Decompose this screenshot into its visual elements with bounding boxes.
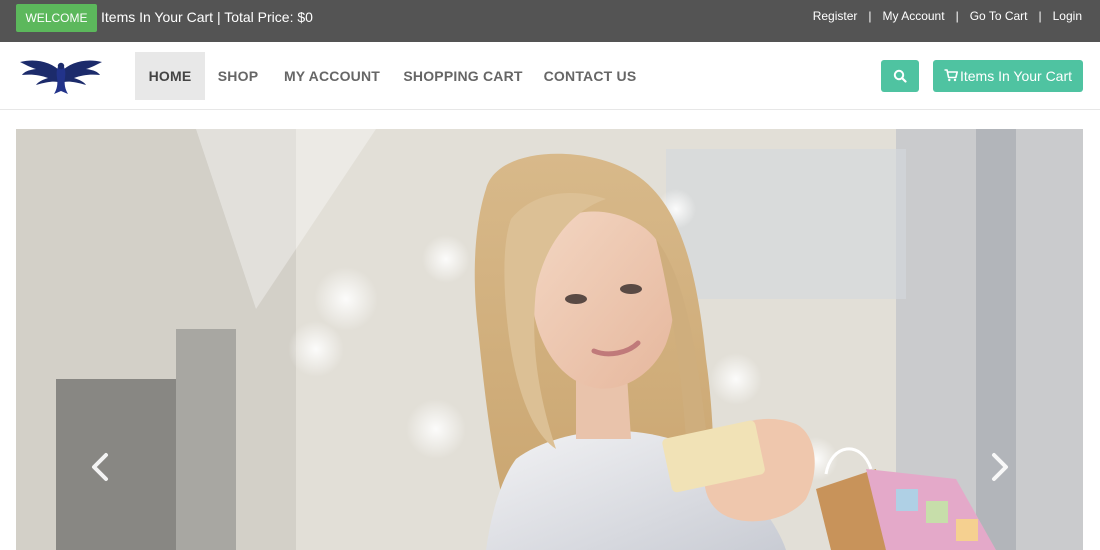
carousel-prev-button[interactable] [86,447,116,487]
carousel-next-button[interactable] [984,447,1014,487]
nav-home[interactable]: HOME [135,52,205,100]
login-link[interactable]: Login [1053,9,1082,23]
cart-button-label: Items In Your Cart [959,68,1073,84]
go-to-cart-link[interactable]: Go To Cart [970,9,1028,23]
nav-shop[interactable]: SHOP [210,52,266,100]
cart-summary: Items In Your Cart | Total Price: $0 [101,9,313,25]
link-separator: | [1038,9,1042,23]
top-bar: WELCOME Items In Your Cart | Total Price… [0,0,1100,42]
nav-my-account[interactable]: MY ACCOUNT [276,52,388,100]
link-separator: | [868,9,872,23]
chevron-right-icon [992,453,1008,481]
search-button[interactable] [881,60,919,92]
chevron-left-icon [92,453,108,481]
shopping-cart-icon [944,69,958,82]
my-account-link[interactable]: My Account [883,9,945,23]
main-navbar: HOME SHOP MY ACCOUNT SHOPPING CART CONTA… [0,42,1100,110]
cart-button[interactable]: Items In Your Cart [933,60,1083,92]
register-link[interactable]: Register [813,9,858,23]
nav-contact-us[interactable]: CONTACT US [538,52,642,100]
hero-carousel[interactable] [16,129,1083,550]
nav-shopping-cart[interactable]: SHOPPING CART [396,52,530,100]
welcome-badge: WELCOME [16,4,97,32]
top-links: Register | My Account | Go To Cart | Log… [813,9,1082,23]
eagle-logo-icon[interactable] [18,54,104,96]
link-separator: | [955,9,959,23]
hero-slide-image [16,129,1083,550]
search-icon [893,69,907,83]
